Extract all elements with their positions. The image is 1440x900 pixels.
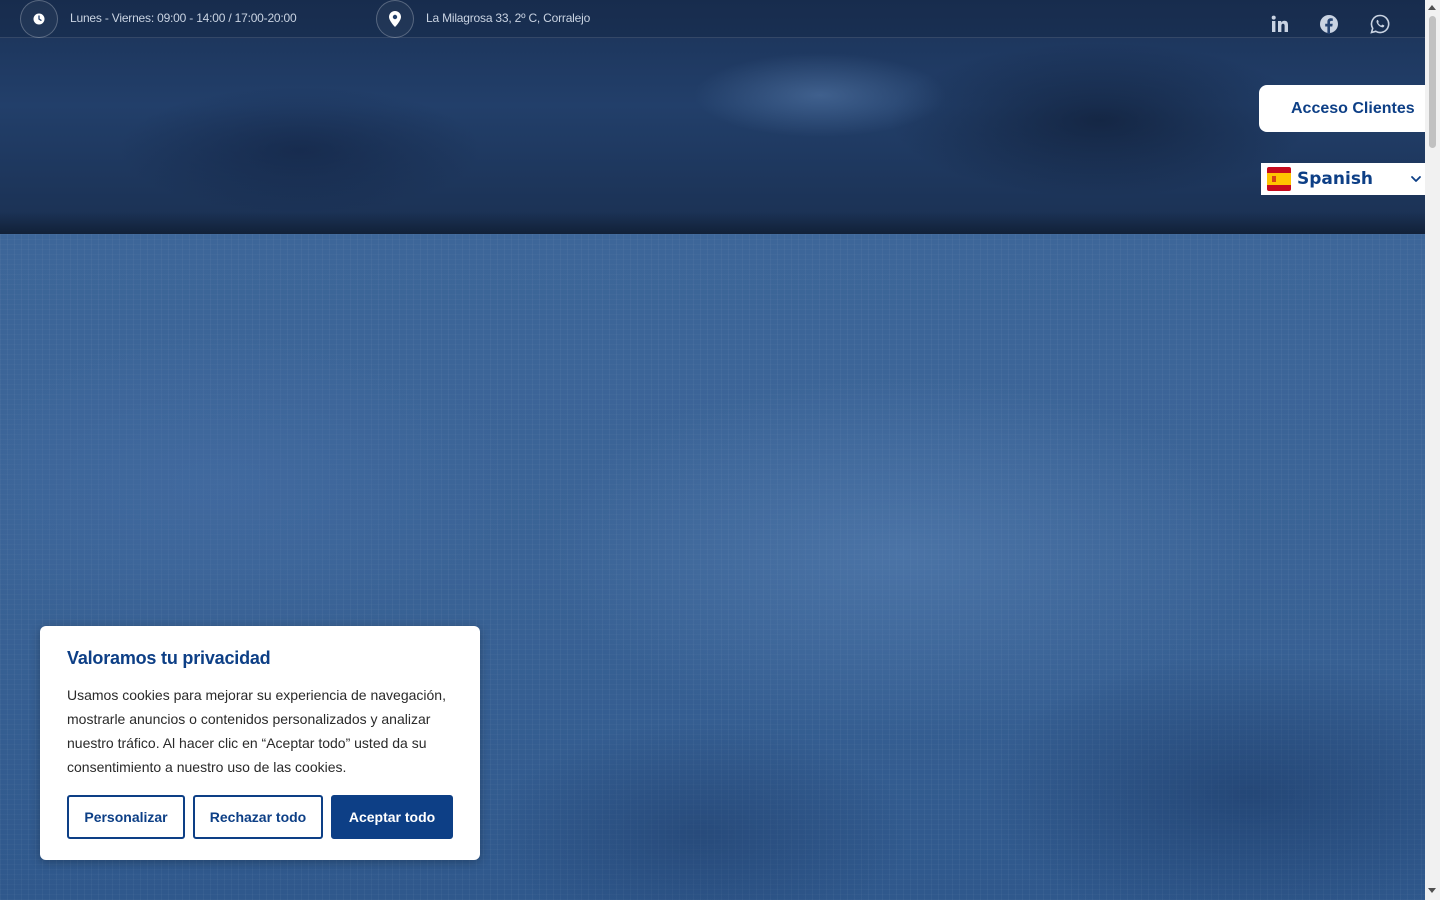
- map-pin-icon: [376, 0, 414, 38]
- page-scrollbar[interactable]: [1425, 0, 1440, 900]
- facebook-icon[interactable]: [1318, 13, 1340, 35]
- scroll-down-arrow[interactable]: [1428, 888, 1436, 893]
- client-access-button[interactable]: Acceso Clientes: [1259, 85, 1440, 132]
- cookie-title: Valoramos tu privacidad: [67, 648, 271, 668]
- clock-icon: [20, 0, 58, 38]
- scroll-thumb[interactable]: [1429, 16, 1436, 148]
- top-info-bar: Lunes - Viernes: 09:00 - 14:00 / 17:00-2…: [0, 0, 1425, 38]
- language-selector[interactable]: Spanish: [1261, 163, 1425, 195]
- scroll-up-arrow[interactable]: [1428, 5, 1436, 10]
- cookie-consent-dialog: Valoramos tu privacidad Usamos cookies p…: [40, 626, 480, 860]
- reject-all-button[interactable]: Rechazar todo: [193, 795, 323, 839]
- whatsapp-icon[interactable]: [1369, 13, 1391, 35]
- linkedin-icon[interactable]: [1269, 13, 1291, 35]
- opening-hours: Lunes - Viernes: 09:00 - 14:00 / 17:00-2…: [70, 11, 297, 25]
- customize-button[interactable]: Personalizar: [67, 795, 185, 839]
- cookie-body: Usamos cookies para mejorar su experienc…: [67, 687, 446, 775]
- language-label: Spanish: [1297, 169, 1374, 189]
- address: La Milagrosa 33, 2º C, Corralejo: [426, 11, 591, 25]
- spain-flag-icon: [1267, 167, 1291, 191]
- chevron-down-icon: [1409, 172, 1423, 191]
- accept-all-button[interactable]: Aceptar todo: [331, 795, 453, 839]
